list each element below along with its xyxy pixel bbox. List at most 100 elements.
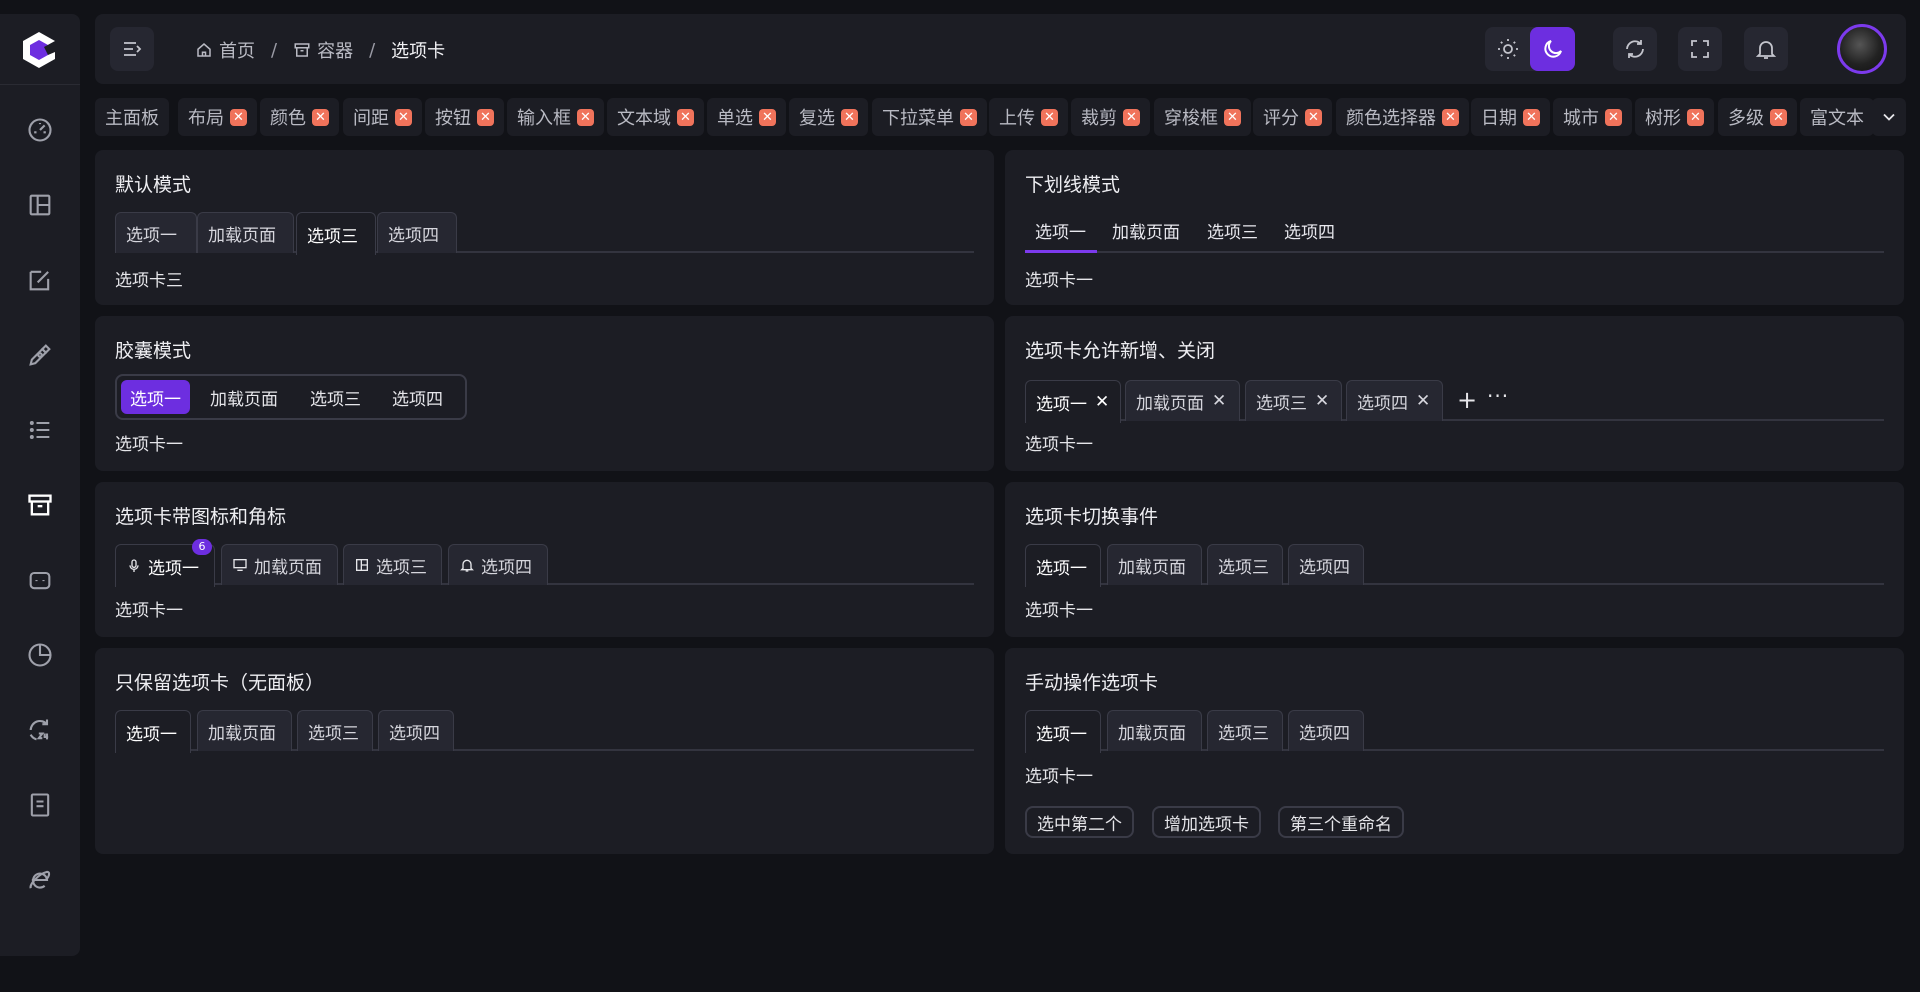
close-icon[interactable]: ✕ [1523, 108, 1540, 126]
sidebar-item-layout[interactable] [20, 185, 60, 225]
collapse-sidebar-button[interactable] [110, 27, 154, 71]
close-icon[interactable]: ✕ [1224, 108, 1241, 126]
close-icon[interactable]: ✕ [1041, 108, 1058, 126]
tag-item[interactable]: 上传 ✕ [989, 98, 1068, 136]
tab-option-1[interactable]: 选项一 [1035, 218, 1086, 243]
close-icon[interactable]: ✕ [1605, 108, 1622, 126]
sidebar-item-chart[interactable] [20, 635, 60, 675]
tab-loading-page[interactable]: 加载页面 [201, 380, 287, 414]
tab-option-1[interactable]: 选项一 6 [115, 539, 215, 587]
rename-third-button[interactable]: 第三个重命名 [1278, 806, 1404, 838]
tab-option-4[interactable]: 选项四 [383, 380, 452, 414]
tag-item[interactable]: 穿梭框 ✕ [1154, 98, 1251, 136]
sidebar-item-ie[interactable] [20, 860, 60, 900]
close-icon[interactable]: ✕ [1212, 391, 1226, 411]
tag-item[interactable]: 裁剪 ✕ [1071, 98, 1150, 136]
close-icon[interactable]: ✕ [1442, 108, 1459, 126]
tab-option-4[interactable]: 选项四 [1288, 710, 1364, 751]
sidebar-item-containers[interactable] [20, 485, 60, 525]
tag-item[interactable]: 树形 ✕ [1635, 98, 1714, 136]
tag-item[interactable]: 评分 ✕ [1253, 98, 1332, 136]
tag-item[interactable]: 主面板 [95, 98, 169, 136]
sidebar-item-list[interactable] [20, 410, 60, 450]
tab-loading-page[interactable]: 加载页面 [221, 544, 338, 585]
tag-item[interactable]: 间距 ✕ [343, 98, 422, 136]
tag-item[interactable]: 城市 ✕ [1553, 98, 1632, 136]
tab-option-4[interactable]: 选项四 [378, 710, 454, 751]
tag-item[interactable]: 复选 ✕ [789, 98, 868, 136]
close-icon[interactable]: ✕ [1123, 108, 1140, 126]
close-icon[interactable]: ✕ [1315, 391, 1329, 411]
tag-item[interactable]: 颜色 ✕ [260, 98, 339, 136]
tab-option-3[interactable]: 选项三 [301, 380, 370, 414]
more-tabs-button[interactable]: ··· [1487, 384, 1509, 408]
breadcrumb-containers[interactable]: 容器 [293, 37, 353, 63]
tab-option-4[interactable]: 选项四 [1288, 544, 1364, 585]
tag-item[interactable]: 按钮 ✕ [425, 98, 504, 136]
tab-option-3[interactable]: 选项三 [343, 544, 442, 585]
close-icon[interactable]: ✕ [230, 108, 247, 126]
close-icon[interactable]: ✕ [1687, 108, 1704, 126]
tab-option-4[interactable]: 选项四 ✕ [1346, 380, 1443, 421]
close-icon[interactable]: ✕ [1770, 108, 1787, 126]
dark-theme-button[interactable] [1530, 27, 1575, 71]
close-icon[interactable]: ✕ [1416, 391, 1430, 411]
add-tab-button[interactable]: + [1457, 386, 1477, 414]
tab-option-1[interactable]: 选项一 [121, 380, 190, 414]
tags-more-button[interactable] [1872, 98, 1906, 136]
app-logo[interactable] [20, 30, 58, 70]
sidebar-item-document[interactable] [20, 785, 60, 825]
tab-option-3[interactable]: 选项三 [1207, 710, 1283, 751]
tag-item[interactable]: 输入框 ✕ [507, 98, 604, 136]
tag-item[interactable]: 多级 ✕ [1718, 98, 1797, 136]
close-icon[interactable]: ✕ [677, 108, 694, 126]
tag-item[interactable]: 单选 ✕ [707, 98, 786, 136]
tag-item[interactable]: 日期 ✕ [1471, 98, 1550, 136]
fullscreen-button[interactable] [1678, 27, 1722, 71]
tab-option-4[interactable]: 选项四 [1284, 218, 1335, 243]
add-tab-button[interactable]: 增加选项卡 [1152, 806, 1261, 838]
close-icon[interactable]: ✕ [759, 108, 776, 126]
tab-loading-page[interactable]: 加载页面 [197, 710, 292, 751]
tab-loading-page[interactable]: 加载页面 [1107, 544, 1202, 585]
tab-option-1[interactable]: 选项一 ✕ [1025, 380, 1121, 423]
sidebar-item-edit[interactable] [20, 260, 60, 300]
tab-option-3[interactable]: 选项三 [1207, 544, 1283, 585]
breadcrumb-home[interactable]: 首页 [195, 37, 255, 63]
tab-option-3[interactable]: 选项三 ✕ [1245, 380, 1342, 421]
select-second-button[interactable]: 选中第二个 [1025, 806, 1134, 838]
tab-option-1[interactable]: 选项一 [1025, 710, 1101, 753]
tab-option-3[interactable]: 选项三 [296, 212, 376, 255]
tag-item[interactable]: 下拉菜单 ✕ [872, 98, 987, 136]
avatar[interactable] [1837, 24, 1887, 74]
tab-option-4[interactable]: 选项四 [377, 212, 457, 253]
close-icon[interactable]: ✕ [1095, 392, 1109, 412]
notifications-button[interactable] [1744, 27, 1788, 71]
tag-item[interactable]: 布局 ✕ [178, 98, 257, 136]
close-icon[interactable]: ✕ [395, 108, 412, 126]
tab-option-1[interactable]: 选项一 [115, 212, 197, 253]
sidebar-item-pen[interactable] [20, 335, 60, 375]
light-theme-button[interactable] [1485, 27, 1530, 71]
tab-option-3[interactable]: 选项三 [1207, 218, 1258, 243]
tag-item[interactable]: 富文本 [1800, 98, 1874, 136]
close-icon[interactable]: ✕ [312, 108, 329, 126]
tab-loading-page[interactable]: 加载页面 [197, 212, 294, 253]
close-icon[interactable]: ✕ [1305, 108, 1322, 126]
tab-option-4[interactable]: 选项四 [448, 544, 548, 585]
sidebar-item-history[interactable] [20, 710, 60, 750]
tab-option-3[interactable]: 选项三 [297, 710, 373, 751]
tab-option-1[interactable]: 选项一 [1025, 544, 1101, 587]
close-icon[interactable]: ✕ [477, 108, 494, 126]
close-icon[interactable]: ✕ [841, 108, 858, 126]
close-icon[interactable]: ✕ [960, 108, 977, 126]
tab-loading-page[interactable]: 加载页面 [1112, 218, 1180, 243]
sidebar-item-dashboard[interactable] [20, 110, 60, 150]
close-icon[interactable]: ✕ [577, 108, 594, 126]
sidebar-item-robot[interactable] [20, 560, 60, 600]
tag-item[interactable]: 文本域 ✕ [607, 98, 704, 136]
tab-option-1[interactable]: 选项一 [115, 710, 191, 753]
tag-item[interactable]: 颜色选择器 ✕ [1336, 98, 1469, 136]
tab-loading-page[interactable]: 加载页面 [1107, 710, 1202, 751]
tab-loading-page[interactable]: 加载页面 ✕ [1125, 380, 1240, 421]
